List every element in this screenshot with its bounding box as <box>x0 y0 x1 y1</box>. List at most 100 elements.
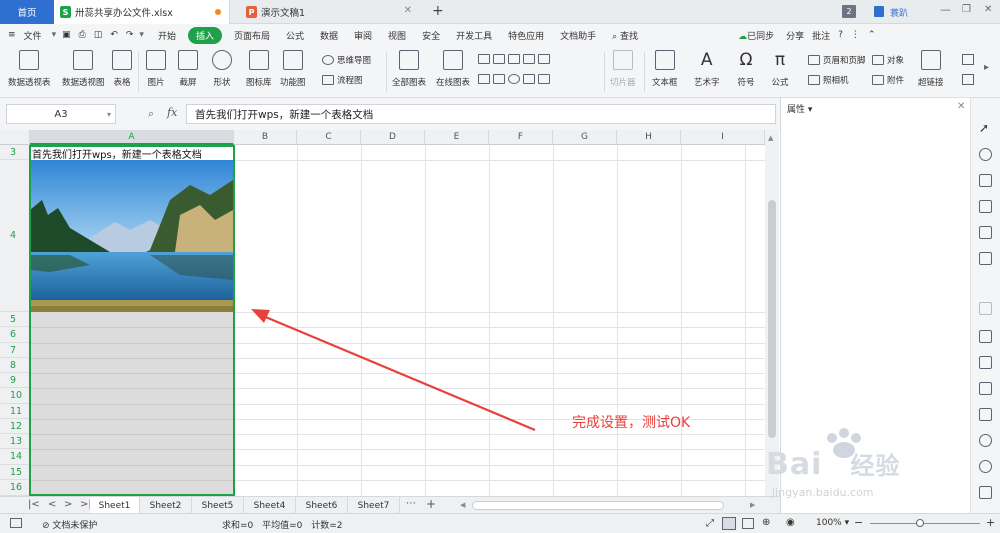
add-sheet-button[interactable]: + <box>426 497 436 511</box>
doc-protection-status[interactable]: ⊘ 文档未保护 <box>42 518 97 531</box>
icon-library-button[interactable]: 图标库 <box>246 50 272 88</box>
prev-sheet-icon[interactable]: < <box>48 499 56 510</box>
formula-insert-button[interactable]: π 公式 <box>770 50 790 88</box>
image-icon[interactable] <box>979 408 992 421</box>
sheet-tab-2[interactable]: Sheet2 <box>140 497 192 514</box>
symbol-button[interactable]: Ω 符号 <box>736 50 756 88</box>
chevron-down-icon[interactable]: ▾ <box>52 30 57 40</box>
function-chart-button[interactable]: 功能图 <box>280 50 306 88</box>
zoom-formula-icon[interactable]: ⌕ <box>148 107 154 121</box>
slicer-button[interactable]: 切片器 <box>610 50 636 88</box>
menu-insert[interactable]: 插入 <box>187 26 222 44</box>
menu-security[interactable]: 安全 <box>422 29 440 42</box>
fill-icon[interactable] <box>979 174 992 187</box>
chevron-down-icon[interactable]: ▾ <box>107 110 111 119</box>
macro-icon[interactable] <box>10 518 22 528</box>
more-icon[interactable]: ⋮ <box>851 30 860 40</box>
restore-icon[interactable]: ❐ <box>962 4 971 15</box>
flowchart-button[interactable]: 流程图 <box>322 74 363 86</box>
backup-icon[interactable] <box>979 434 992 447</box>
object-button[interactable]: 对象 <box>872 54 904 66</box>
hamburger-icon[interactable]: ≡ <box>8 30 16 40</box>
scroll-left-icon[interactable]: ◀ <box>460 501 465 509</box>
tab-presentation[interactable]: P 演示文稿1 ✕ <box>240 0 420 24</box>
print-icon[interactable]: ⎙ <box>79 30 86 40</box>
sheet-tab-5[interactable]: Sheet5 <box>192 497 244 514</box>
zoom-slider-track[interactable] <box>870 523 980 524</box>
new-tab-button[interactable]: + <box>432 3 444 19</box>
disabled-tool-icon[interactable] <box>979 302 992 315</box>
sheet-tab-6[interactable]: Sheet6 <box>296 497 348 514</box>
ribbon-extra-icon-2[interactable] <box>962 74 974 85</box>
menu-special-apps[interactable]: 特色应用 <box>508 29 544 42</box>
horizontal-scrollbar-thumb[interactable] <box>472 501 724 510</box>
undo-icon[interactable]: ↶ <box>110 30 118 40</box>
history-icon[interactable] <box>979 460 992 473</box>
menu-home[interactable]: 开始 <box>158 29 176 42</box>
camera-button[interactable]: 照相机 <box>808 74 849 86</box>
wordart-button[interactable]: A 艺术字 <box>694 50 720 88</box>
redo-icon[interactable]: ↷ <box>126 30 134 40</box>
menu-data[interactable]: 数据 <box>320 29 338 42</box>
document-icon[interactable] <box>979 330 992 343</box>
eye-protection-icon[interactable]: ◉ <box>786 517 795 528</box>
close-panel-icon[interactable]: ✕ <box>957 101 965 112</box>
first-sheet-icon[interactable]: |< <box>28 499 40 510</box>
scrollbar-thumb[interactable] <box>768 200 776 438</box>
archive-icon[interactable] <box>979 382 992 395</box>
fx-icon[interactable]: fx <box>167 106 177 119</box>
hyperlink-button[interactable]: 超链接 <box>918 50 944 88</box>
menu-review[interactable]: 审阅 <box>354 29 372 42</box>
search-button[interactable]: ⌕ 查找 <box>612 29 638 42</box>
online-chart-button[interactable]: 在线图表 <box>436 50 470 88</box>
all-charts-button[interactable]: 全部图表 <box>392 50 426 88</box>
save-icon[interactable]: ▣ <box>62 30 71 40</box>
chart-icon[interactable] <box>979 252 992 265</box>
window-count-badge[interactable]: 2 <box>842 5 856 18</box>
minimize-icon[interactable]: — <box>940 3 951 16</box>
user-avatar-icon[interactable] <box>874 6 884 17</box>
shapes-button[interactable]: 形状 <box>212 50 232 88</box>
scroll-up-icon[interactable]: ▲ <box>768 134 773 142</box>
sheet-tab-4[interactable]: Sheet4 <box>244 497 296 514</box>
name-box[interactable]: A3 ▾ <box>6 104 116 124</box>
zoom-in-button[interactable]: + <box>986 516 995 529</box>
fullscreen-icon[interactable]: ⤢ <box>706 518 714 529</box>
shapes-icon[interactable] <box>979 148 992 161</box>
menu-view[interactable]: 视图 <box>388 29 406 42</box>
file-menu[interactable]: 文件 <box>24 29 42 42</box>
spreadsheet-grid[interactable]: A B C D E F G H I 3 4 5 6 7 8 9 10 11 12… <box>0 130 765 496</box>
zoom-out-button[interactable]: − <box>854 516 863 529</box>
more-sheets-icon[interactable]: ⋯ <box>406 498 416 509</box>
sheet-tab-1[interactable]: Sheet1 <box>90 497 140 514</box>
chart-type-group-1[interactable] <box>478 54 553 64</box>
menu-dev-tools[interactable]: 开发工具 <box>456 29 492 42</box>
sheet-tab-7[interactable]: Sheet7 <box>348 497 400 514</box>
sync-status[interactable]: ☁已同步 <box>738 29 774 42</box>
user-name[interactable]: 蓑趴 <box>890 6 908 19</box>
help-button[interactable]: ? <box>838 30 843 40</box>
attachment-button[interactable]: 附件 <box>872 74 904 86</box>
formula-input[interactable]: 首先我们打开wps，新建一个表格文档 <box>186 104 776 124</box>
comment-button[interactable]: 批注 <box>812 29 830 42</box>
pivot-table-button[interactable]: 数据透视表 <box>8 50 51 88</box>
menu-doc-assistant[interactable]: 文档助手 <box>560 29 596 42</box>
tab-xlsx-file[interactable]: S 卅蕊共享办公文件.xlsx <box>54 0 230 24</box>
zoom-level[interactable]: 100% ▾ <box>816 518 849 528</box>
table-button[interactable]: 表格 <box>112 50 132 88</box>
pivot-chart-button[interactable]: 数据透视图 <box>62 50 105 88</box>
normal-view-icon[interactable] <box>722 517 736 530</box>
menu-page-layout[interactable]: 页面布局 <box>234 29 270 42</box>
cursor-icon[interactable]: ➚ <box>979 122 992 135</box>
ribbon-scroll-right-icon[interactable]: ▸ <box>984 62 989 73</box>
zoom-slider-thumb[interactable] <box>916 519 924 527</box>
apps-icon[interactable] <box>979 226 992 239</box>
export-icon[interactable] <box>979 356 992 369</box>
close-tab-icon[interactable]: ✕ <box>404 5 412 16</box>
page-break-view-icon[interactable]: ⊕ <box>762 517 770 528</box>
close-window-icon[interactable]: ✕ <box>984 4 992 15</box>
ribbon-extra-icon[interactable] <box>962 54 974 65</box>
next-sheet-icon[interactable]: > <box>64 499 72 510</box>
header-footer-button[interactable]: 页眉和页脚 <box>808 54 866 66</box>
quick-access-more-icon[interactable]: ▾ <box>139 30 144 40</box>
